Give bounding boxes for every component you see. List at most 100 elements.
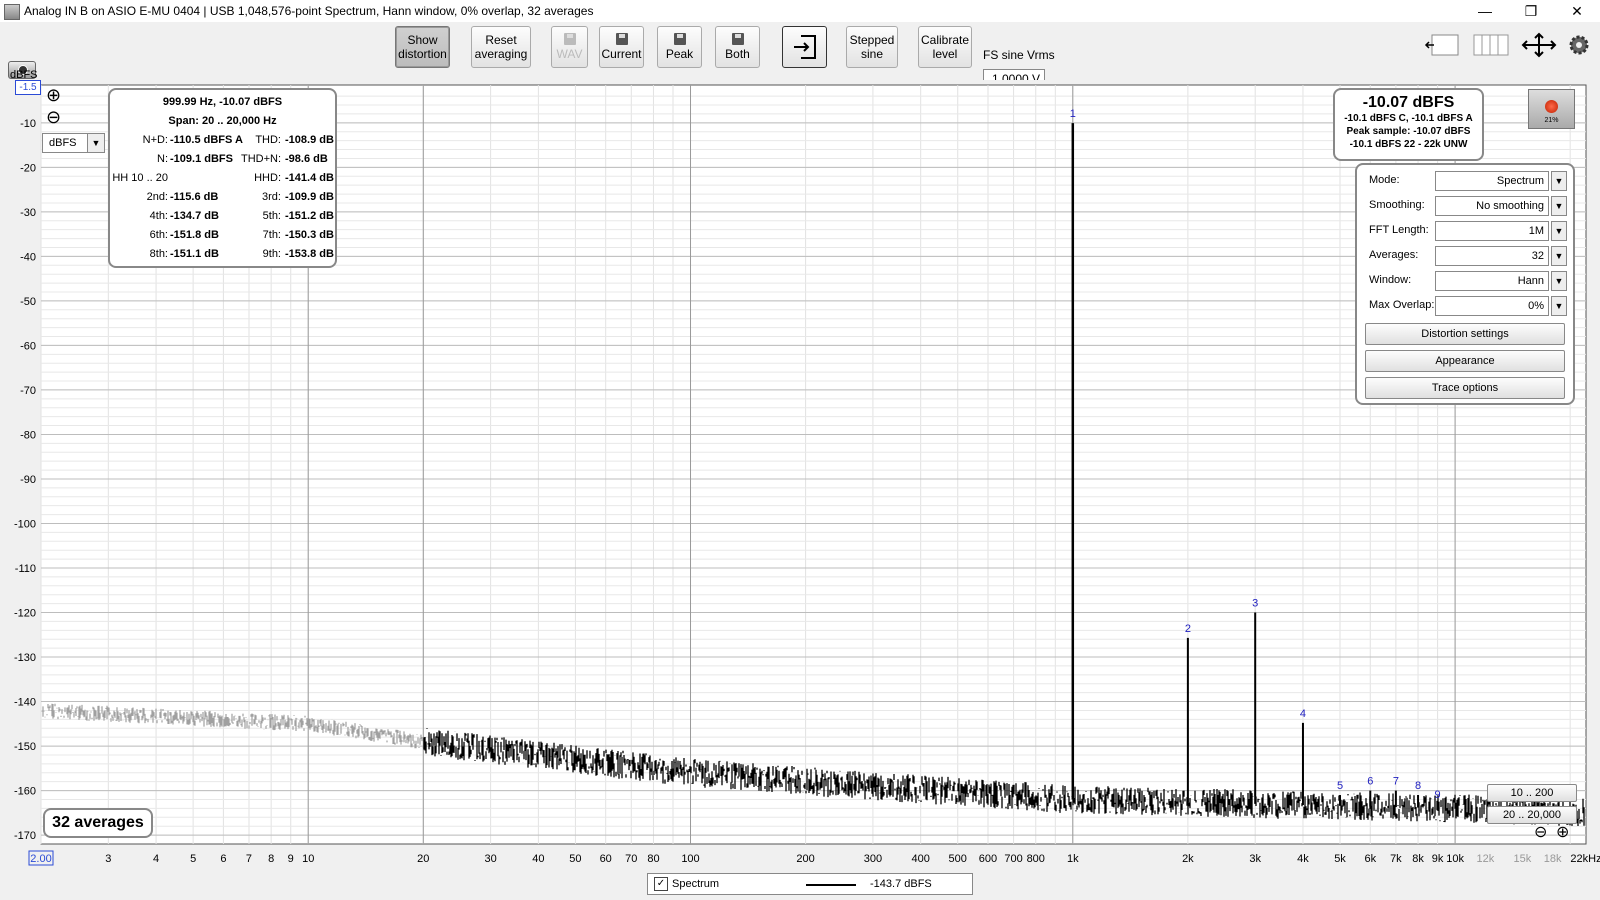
range-10-200-button[interactable]: 10 .. 200 — [1487, 784, 1577, 802]
x-tick-label: 22kHz — [1570, 853, 1600, 865]
appearance-button[interactable]: Appearance — [1365, 350, 1565, 372]
distortion-settings-button[interactable]: Distortion settings — [1365, 323, 1565, 345]
x-tick-label: 15k — [1514, 853, 1532, 865]
x-zoom-in-icon[interactable]: ⊕ — [1556, 825, 1569, 841]
x-tick-label: 12k — [1476, 853, 1494, 865]
harmonic-marker-label: 6 — [1367, 776, 1373, 788]
averages-badge: 32 averages — [43, 808, 153, 838]
save-peak-button[interactable]: Peak — [657, 26, 702, 68]
harmonic-marker-label: 5 — [1337, 780, 1343, 792]
setting-row: Mode: Spectrum ▼ — [1365, 171, 1567, 191]
minimize-button[interactable]: — — [1462, 0, 1508, 22]
close-button[interactable]: ✕ — [1554, 0, 1600, 22]
chevron-down-icon[interactable]: ▼ — [1551, 196, 1567, 216]
chevron-down-icon[interactable]: ▼ — [1551, 296, 1567, 316]
save-icon — [615, 33, 628, 45]
y-tick-label: -60 — [20, 340, 36, 352]
calibrate-level-button[interactable]: Calibrate level — [918, 26, 972, 68]
setting-row: Averages: 32 ▼ — [1365, 246, 1567, 266]
fit-arrows-icon[interactable] — [1520, 32, 1558, 58]
x-zoom-out-icon[interactable]: ⊖ — [1534, 825, 1547, 841]
chevron-down-icon[interactable]: ▼ — [1551, 221, 1567, 241]
stat-row: N+D: -110.5 dBFS A THD: -108.9 dB — [110, 134, 339, 152]
chevron-down-icon[interactable]: ▼ — [1551, 246, 1567, 266]
x-tick-label: 4k — [1297, 853, 1309, 865]
stat-value: -153.8 dB — [285, 248, 334, 260]
y-max-field[interactable]: -1.5 — [15, 80, 41, 95]
setting-dropdown[interactable]: No smoothing — [1435, 196, 1549, 216]
y-tick-label: -170 — [14, 830, 36, 842]
stat-label: N+D: — [142, 134, 168, 146]
x-tick-label: 20 — [417, 853, 429, 865]
x-tick-label: 1k — [1067, 853, 1079, 865]
setting-dropdown[interactable]: 1M — [1435, 221, 1549, 241]
record-button[interactable]: 21% — [1528, 89, 1575, 129]
save-both-button[interactable]: Both — [715, 26, 760, 68]
y-tick-label: -80 — [20, 429, 36, 441]
show-distortion-button[interactable]: Show distortion — [395, 26, 450, 68]
setting-label: Averages: — [1369, 249, 1419, 261]
save-icon — [673, 33, 686, 45]
legend-trace-value: -143.7 dBFS — [870, 878, 932, 890]
restore-button[interactable]: ❐ — [1508, 0, 1554, 22]
stat-label: 3rd: — [262, 191, 281, 203]
level-weighted: -10.1 dBFS C, -10.1 dBFS A — [1344, 113, 1473, 124]
stat-label: 5th: — [262, 210, 281, 222]
stepped-sine-button[interactable]: Stepped sine — [846, 26, 898, 68]
x-tick-label: 40 — [532, 853, 544, 865]
setting-label: Mode: — [1369, 174, 1400, 186]
setting-dropdown[interactable]: Spectrum — [1435, 171, 1549, 191]
harmonic-marker-label: 8 — [1415, 780, 1421, 792]
toolbar: Show distortion Reset averaging WAV Curr… — [0, 22, 1600, 87]
setting-label: Max Overlap: — [1369, 299, 1435, 311]
record-percent: 21% — [1544, 117, 1559, 124]
chevron-down-icon[interactable]: ▼ — [1551, 171, 1567, 191]
y-tick-label: -110 — [15, 563, 36, 575]
level-panel: -10.07 dBFS -10.1 dBFS C, -10.1 dBFS A P… — [1333, 88, 1484, 161]
y-tick-label: -30 — [20, 207, 36, 219]
stat-value: -115.6 dB — [170, 191, 219, 203]
y-tick-label: -120 — [14, 608, 36, 620]
y-tick-label: -10 — [20, 118, 36, 130]
x-tick-label: 18k — [1544, 853, 1562, 865]
columns-icon[interactable] — [1473, 32, 1509, 58]
x-tick-label: 3k — [1249, 853, 1261, 865]
x-tick-label: 6k — [1364, 853, 1376, 865]
harmonic-marker-label: 9 — [1435, 789, 1441, 801]
setting-dropdown[interactable]: Hann — [1435, 271, 1549, 291]
stat-value: -151.8 dB — [170, 229, 219, 241]
harmonic-marker-label: 7 — [1393, 776, 1399, 788]
span-readout: Span: 20 .. 20,000 Hz — [168, 115, 277, 127]
zoom-in-icon[interactable]: ⊕ — [46, 86, 61, 104]
save-current-button[interactable]: Current — [599, 26, 644, 68]
stat-label: 2nd: — [146, 191, 168, 203]
layout-icon[interactable] — [1424, 32, 1460, 58]
spectrum-checkbox[interactable]: ✓ — [654, 877, 668, 891]
x-tick-label: 2.00 — [30, 853, 51, 865]
fundamental-readout: 999.99 Hz, -10.07 dBFS — [162, 96, 283, 108]
stat-value: -141.4 dB — [285, 172, 334, 184]
save-wav-button[interactable]: WAV — [551, 26, 588, 68]
setting-dropdown[interactable]: 0% — [1435, 296, 1549, 316]
gear-icon[interactable] — [1567, 33, 1591, 57]
unit-select[interactable]: dBFS ▼ — [42, 133, 105, 153]
range-20-20000-button[interactable]: 20 .. 20,000 — [1487, 806, 1577, 824]
stat-label: N: — [157, 153, 168, 165]
stat-label: HHD: — [254, 172, 281, 184]
trace-options-button[interactable]: Trace options — [1365, 377, 1565, 399]
x-tick-label: 700 — [1004, 853, 1022, 865]
chevron-down-icon[interactable]: ▼ — [1551, 271, 1567, 291]
setting-row: Smoothing: No smoothing ▼ — [1365, 196, 1567, 216]
distortion-stats-panel: 999.99 Hz, -10.07 dBFS Span: 20 .. 20,00… — [108, 88, 337, 268]
title-bar: Analog IN B on ASIO E-MU 0404 | USB 1,04… — [0, 0, 1600, 22]
x-tick-label: 5k — [1334, 853, 1346, 865]
import-button[interactable] — [782, 26, 827, 68]
zoom-out-icon[interactable]: ⊖ — [46, 108, 61, 126]
legend-trace-name: Spectrum — [672, 878, 720, 890]
window-title: Analog IN B on ASIO E-MU 0404 | USB 1,04… — [24, 4, 594, 18]
reset-averaging-button[interactable]: Reset averaging — [471, 26, 531, 68]
y-tick-label: -50 — [20, 296, 36, 308]
setting-dropdown[interactable]: 32 — [1435, 246, 1549, 266]
level-peak-sample: Peak sample: -10.07 dBFS — [1346, 126, 1471, 137]
x-tick-label: 80 — [647, 853, 659, 865]
